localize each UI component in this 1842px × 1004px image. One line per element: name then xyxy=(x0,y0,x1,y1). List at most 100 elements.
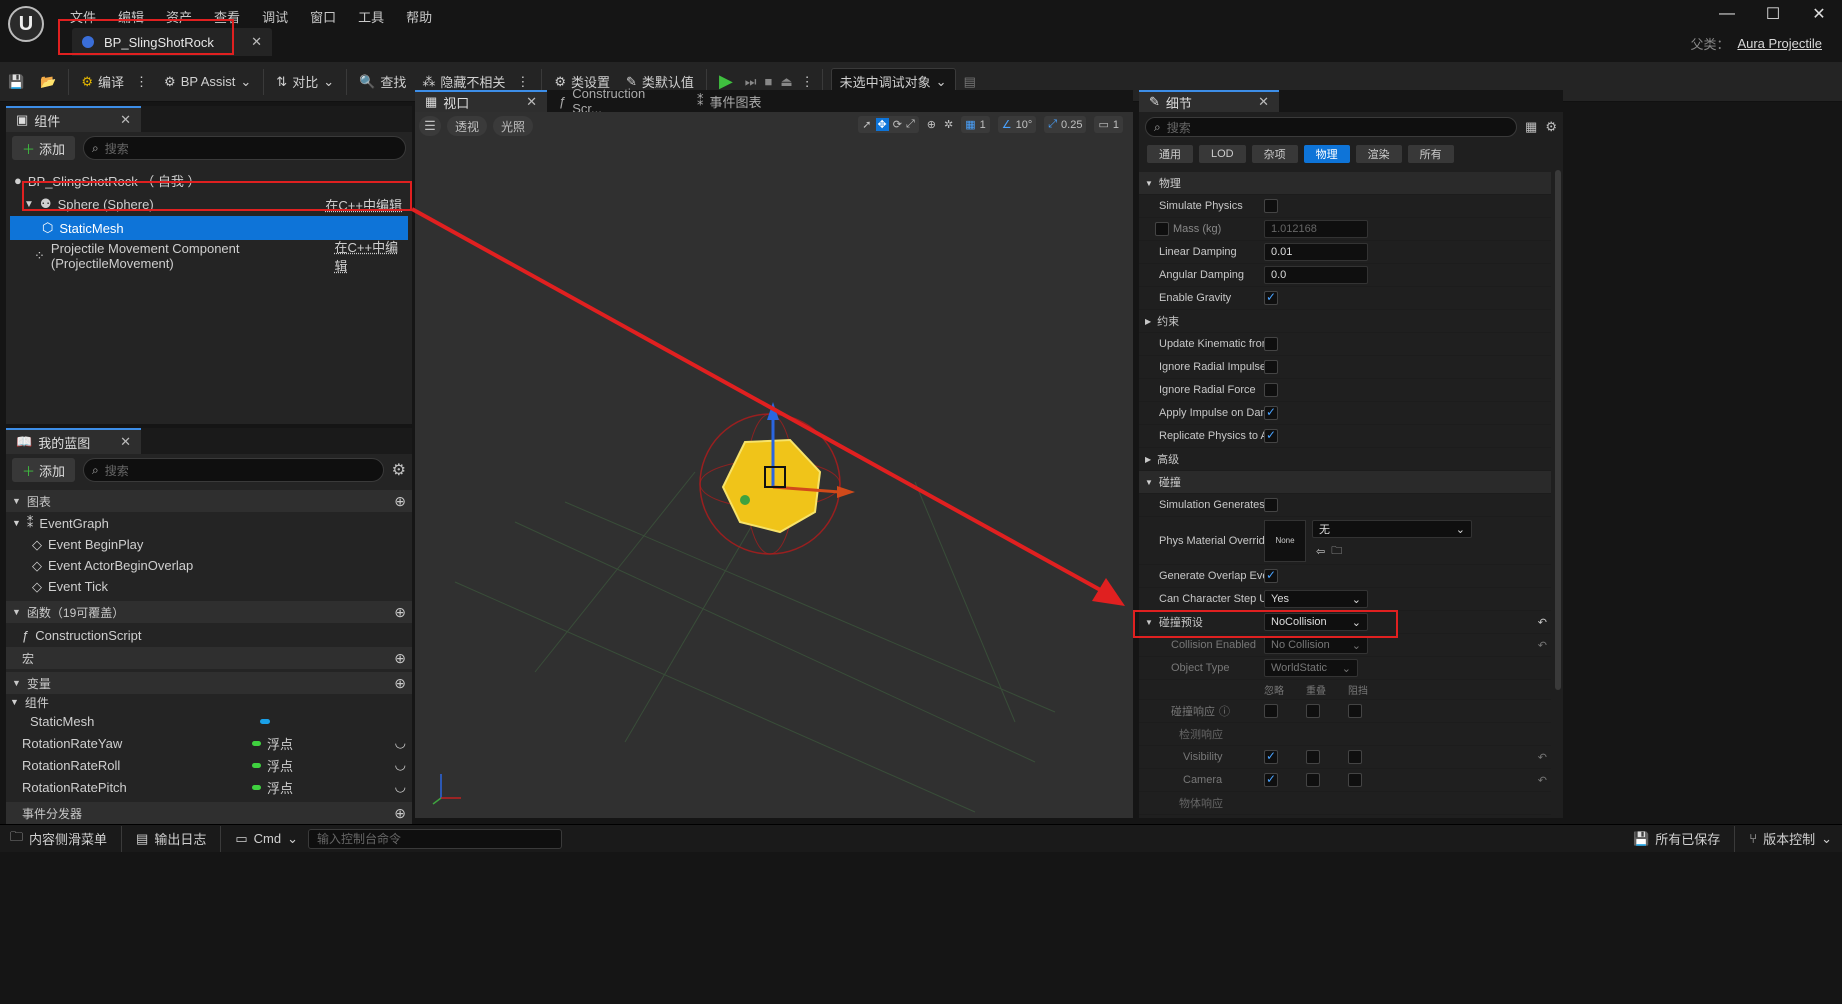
scale-snap-value[interactable]: 0.25 xyxy=(1061,119,1082,131)
menu-asset[interactable]: 资产 xyxy=(166,4,192,29)
object-type-dropdown[interactable]: WorldStatic ⌄ xyxy=(1264,659,1358,677)
checkbox[interactable] xyxy=(1155,222,1169,236)
close-icon[interactable]: ✕ xyxy=(251,34,262,50)
event-item[interactable]: ◇ Event BeginPlay xyxy=(6,534,412,555)
close-icon[interactable]: ✕ xyxy=(120,112,131,128)
compile-button[interactable]: ⚙ 编译 ⋮ xyxy=(73,67,156,97)
checkbox[interactable] xyxy=(1264,360,1278,374)
variable-row[interactable]: StaticMesh xyxy=(6,710,412,732)
filter-tab-common[interactable]: 通用 xyxy=(1147,145,1193,163)
table-view-icon[interactable]: ▦ xyxy=(1525,119,1537,135)
category-physics[interactable]: ▼ 物理 xyxy=(1139,172,1551,195)
menu-edit[interactable]: 编辑 xyxy=(118,4,144,29)
reset-icon[interactable]: ↶ xyxy=(1538,751,1547,764)
tree-event-graph[interactable]: ▼ ⁑ EventGraph xyxy=(6,512,412,534)
move-icon[interactable]: ✥ xyxy=(875,118,889,131)
rotate-icon[interactable]: ⟳ xyxy=(893,118,902,131)
checkbox-overlap[interactable] xyxy=(1306,704,1320,718)
eye-closed-icon[interactable]: ◡ xyxy=(395,735,406,751)
menu-window[interactable]: 窗口 xyxy=(310,4,336,29)
reset-icon[interactable]: ↶ xyxy=(1538,639,1547,652)
checkbox[interactable] xyxy=(1264,383,1278,397)
save-button[interactable]: 💾 xyxy=(0,67,32,97)
angular-damping-field[interactable]: 0.0 xyxy=(1264,266,1368,284)
filter-tab-lod[interactable]: LOD xyxy=(1199,145,1246,163)
collapse-arrow-icon[interactable]: ▼ xyxy=(24,199,34,210)
gear-icon[interactable]: ⚙ xyxy=(1545,119,1557,135)
add-circle-icon[interactable]: ⊕ xyxy=(394,650,406,667)
linear-damping-field[interactable]: 0.01 xyxy=(1264,243,1368,261)
menu-view[interactable]: 查看 xyxy=(214,4,240,29)
all-saved-button[interactable]: 💾 所有已保存 xyxy=(1623,829,1730,848)
checkbox-overlap[interactable] xyxy=(1306,750,1320,764)
angle-snap-value[interactable]: 10° xyxy=(1016,119,1033,131)
tab-details[interactable]: ✎ 细节 ✕ xyxy=(1139,90,1279,112)
select-icon[interactable]: ➚ xyxy=(862,118,871,131)
tab-viewport[interactable]: ▦ 视口 ✕ xyxy=(415,90,547,112)
group-constraints[interactable]: ▶ 约束 xyxy=(1139,310,1551,333)
collision-preset-dropdown[interactable]: NoCollision ⌄ xyxy=(1264,613,1368,631)
add-circle-icon[interactable]: ⊕ xyxy=(394,493,406,510)
material-thumbnail[interactable]: None xyxy=(1264,519,1306,562)
menu-file[interactable]: 文件 xyxy=(70,4,96,29)
add-circle-icon[interactable]: ⊕ xyxy=(394,675,406,692)
close-icon[interactable]: ✕ xyxy=(526,94,537,110)
angle-snap-icon[interactable]: ∠ xyxy=(1002,118,1012,131)
event-item[interactable]: ◇ Event ActorBeginOverlap xyxy=(6,555,412,576)
bp-assist-button[interactable]: ⚙ BP Assist ⌄ xyxy=(156,67,259,97)
hamburger-menu-icon[interactable]: ☰ xyxy=(419,116,441,136)
browse-button[interactable]: 📂 xyxy=(32,67,64,97)
scale-snap-icon[interactable]: ⤢ xyxy=(1048,118,1057,131)
browse-icon[interactable]: 🗀 xyxy=(1331,542,1342,561)
world-icon[interactable]: ⊕ xyxy=(927,118,936,131)
version-control-button[interactable]: ⑂ 版本控制 ⌄ xyxy=(1739,829,1842,848)
more-icon[interactable]: ⋮ xyxy=(135,74,148,90)
tab-components[interactable]: ▣ 组件 ✕ xyxy=(6,106,141,132)
cmd-dropdown[interactable]: ▭ Cmd ⌄ xyxy=(225,831,308,847)
checkbox-ignore[interactable] xyxy=(1264,750,1278,764)
tab-my-blueprint[interactable]: 📖 我的蓝图 ✕ xyxy=(6,428,141,454)
checkbox-ignore[interactable] xyxy=(1264,704,1278,718)
surface-snap-icon[interactable]: ✲ xyxy=(944,118,953,131)
output-log-button[interactable]: ▤ 输出日志 xyxy=(126,829,216,848)
help-icon[interactable]: ⓘ xyxy=(1219,703,1230,719)
details-scrollbar[interactable] xyxy=(1555,170,1561,690)
tree-root[interactable]: ● BP_SlingShotRock （ 自我 ） xyxy=(6,168,412,192)
checkbox[interactable] xyxy=(1264,291,1278,305)
find-button[interactable]: 🔍 查找 xyxy=(351,67,414,97)
camera-speed-value[interactable]: 1 xyxy=(1113,119,1119,131)
reset-icon[interactable]: ↶ xyxy=(1538,774,1547,787)
eye-closed-icon[interactable]: ◡ xyxy=(395,779,406,795)
menu-help[interactable]: 帮助 xyxy=(406,4,432,29)
category-collision[interactable]: ▼ 碰撞 xyxy=(1139,471,1551,494)
section-functions[interactable]: ▼ 函数（19可覆盖） ⊕ xyxy=(6,601,412,623)
scale-icon[interactable]: ⤢ xyxy=(906,118,915,131)
add-circle-icon[interactable]: ⊕ xyxy=(394,604,406,621)
section-macros[interactable]: 宏 ⊕ xyxy=(6,647,412,669)
checkbox-block[interactable] xyxy=(1348,704,1362,718)
close-window-icon[interactable]: ✕ xyxy=(1796,4,1842,24)
close-icon[interactable]: ✕ xyxy=(1258,94,1269,110)
variable-row[interactable]: RotationRateRoll 浮点 ◡ xyxy=(6,754,412,776)
checkbox[interactable] xyxy=(1264,498,1278,512)
checkbox[interactable] xyxy=(1264,406,1278,420)
collision-enabled-dropdown[interactable]: No Collision ⌄ xyxy=(1264,636,1368,654)
variable-row[interactable]: RotationRatePitch 浮点 ◡ xyxy=(6,776,412,798)
tab-event-graph[interactable]: ⁑ 事件图表 xyxy=(687,90,807,112)
checkbox[interactable] xyxy=(1264,429,1278,443)
eye-closed-icon[interactable]: ◡ xyxy=(395,757,406,773)
diff-button[interactable]: ⇅ 对比 ⌄ xyxy=(268,67,342,97)
perspective-button[interactable]: 透视 xyxy=(447,116,488,136)
minimize-icon[interactable]: — xyxy=(1704,5,1750,23)
filter-tab-physics[interactable]: 物理 xyxy=(1303,145,1350,163)
checkbox-ignore[interactable] xyxy=(1264,773,1278,787)
asset-tab[interactable]: BP_SlingShotRock ✕ xyxy=(72,28,272,56)
add-member-button[interactable]: ＋添加 xyxy=(12,458,76,482)
filter-tab-all[interactable]: 所有 xyxy=(1407,145,1454,163)
grid-snap-icon[interactable]: ▦ xyxy=(965,118,975,131)
step-up-dropdown[interactable]: Yes ⌄ xyxy=(1264,590,1368,608)
tab-construction-script[interactable]: ƒ Construction Scr... xyxy=(549,86,685,116)
grid-snap-value[interactable]: 1 xyxy=(980,119,986,131)
edit-in-cpp-link[interactable]: 在C++中编辑 xyxy=(335,237,402,275)
group-advanced[interactable]: ▶ 高级 xyxy=(1139,448,1551,471)
